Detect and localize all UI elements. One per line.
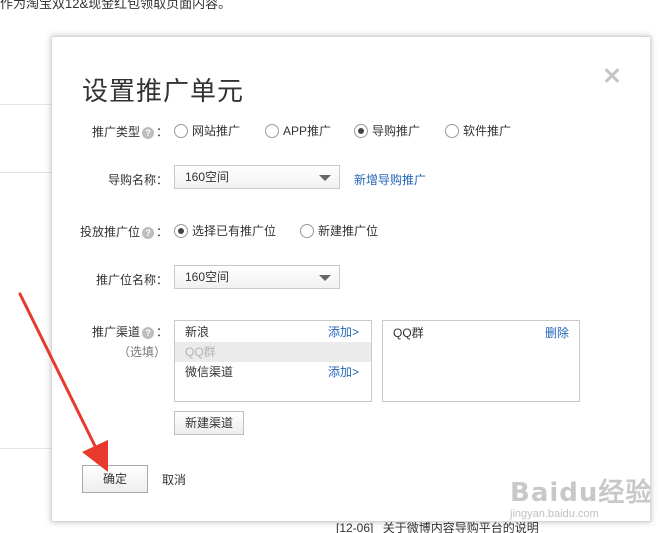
dialog-title: 设置推广单元 [82, 76, 245, 106]
question-circle-icon[interactable]: ? [142, 126, 155, 139]
remove-channel-link[interactable]: 删除 [545, 323, 569, 343]
add-guide-promotion-link[interactable]: 新增导购推广 [354, 171, 426, 188]
radio-guide-promotion[interactable]: 导购推广 [354, 122, 420, 139]
radio-choose-existing-slot[interactable]: 选择已有推广位 [174, 222, 276, 239]
radio-circle[interactable] [300, 223, 314, 238]
radio-website-promotion[interactable]: 网站推广 [174, 122, 240, 139]
guide-name-select[interactable]: 160空间 [174, 165, 340, 189]
baidu-jingyan-watermark: Baidu经验 jingyan.baidu.com [504, 472, 654, 528]
guide-name-label: 导购名称： [108, 173, 169, 187]
slot-name-value: 160空间 [185, 270, 230, 284]
watermark-url: jingyan.baidu.com [510, 508, 599, 520]
slot-name-label: 推广位名称： [96, 273, 169, 287]
question-circle-icon[interactable]: ? [142, 326, 155, 339]
setup-promotion-unit-dialog: 设置推广单元 推广类型?： 网站推广 APP推广 导购推广 软件推广 导购名称：… [51, 36, 651, 522]
radio-circle[interactable] [445, 123, 459, 138]
caret-down-icon [319, 175, 331, 181]
promotion-type-label: 推广类型?： [92, 125, 169, 139]
background-top-text: 作为淘宝双12&现金红包领取页面内容。 [0, 0, 232, 11]
selected-channels-list: QQ群 删除 [382, 320, 580, 402]
radio-circle[interactable] [265, 123, 279, 138]
add-channel-link[interactable]: 添加> [328, 362, 359, 382]
guide-name-value: 160空间 [185, 170, 230, 184]
placement-label: 投放推广位?： [80, 225, 169, 239]
list-item: 微信渠道 添加> [175, 362, 371, 382]
caret-down-icon [319, 275, 331, 281]
channel-optional-label: （选填） [118, 345, 167, 359]
new-channel-button[interactable]: 新建渠道 [174, 411, 244, 435]
radio-app-promotion[interactable]: APP推广 [265, 122, 331, 139]
radio-circle[interactable] [174, 123, 188, 138]
close-icon[interactable] [600, 63, 624, 87]
list-item: QQ群 删除 [383, 323, 579, 343]
radio-circle-checked[interactable] [174, 223, 188, 238]
slot-name-select[interactable]: 160空间 [174, 265, 340, 289]
list-item: 新浪 添加> [175, 322, 371, 342]
radio-new-slot[interactable]: 新建推广位 [300, 222, 378, 239]
question-circle-icon[interactable]: ? [142, 226, 155, 239]
watermark-logo-text: Baidu经验 [510, 478, 653, 508]
channel-label: 推广渠道?： [92, 325, 169, 339]
news-date: [12-06] [336, 521, 374, 533]
radio-circle-checked[interactable] [354, 123, 368, 138]
available-channels-list: 新浪 添加> QQ群 微信渠道 添加> [174, 320, 372, 402]
cancel-link[interactable]: 取消 [162, 471, 186, 488]
radio-software-promotion[interactable]: 软件推广 [445, 122, 511, 139]
list-item-disabled: QQ群 [175, 342, 371, 362]
confirm-button[interactable]: 确定 [82, 465, 148, 493]
add-channel-link[interactable]: 添加> [328, 322, 359, 342]
